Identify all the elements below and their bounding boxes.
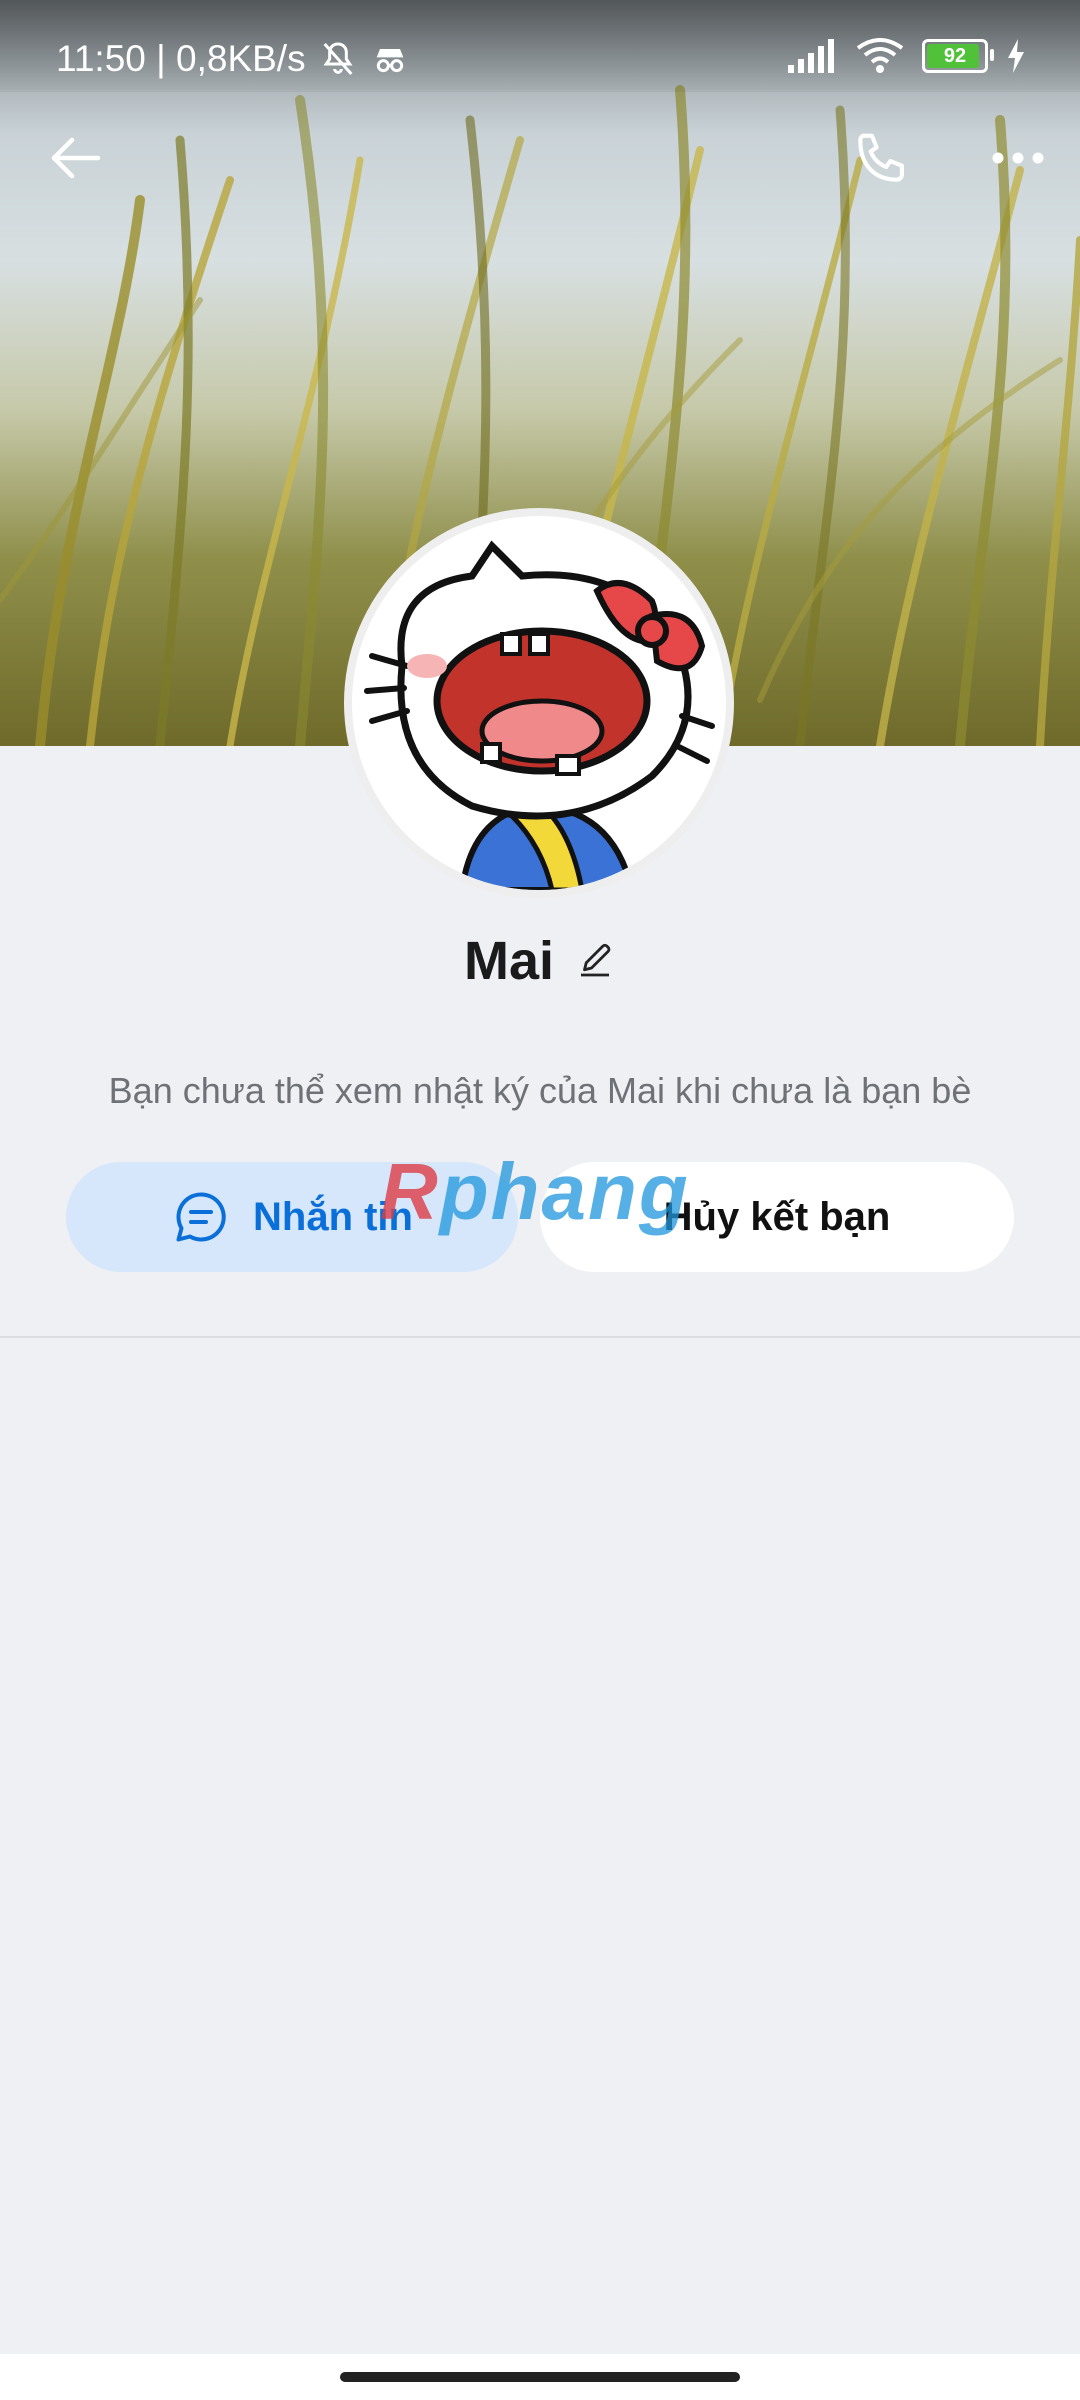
profile-name-row: Mai [0,930,1080,992]
pencil-icon[interactable] [574,940,616,982]
avatar-image [364,540,715,890]
watermark-part2: phang [439,1147,690,1236]
privacy-info-text: Bạn chưa thể xem nhật ký của Mai khi chư… [108,1070,972,1111]
watermark-part1: R [380,1147,440,1236]
chat-bubble-icon [176,1192,226,1242]
status-bar: 11:50 | 0,8KB/s 92 [0,0,1080,92]
incognito-icon [376,49,403,73]
status-time-speed: 11:50 | 0,8KB/s [56,38,306,79]
unfriend-button-label: Hủy kết bạn [663,1194,891,1239]
arrow-left-icon[interactable] [46,128,106,188]
home-indicator[interactable] [340,2372,740,2382]
signal-icon [788,39,834,73]
avatar[interactable] [352,516,726,890]
more-dots-icon[interactable] [988,128,1048,188]
phone-icon[interactable] [850,128,912,190]
muted-bell-icon [323,42,353,75]
status-right: 92 [788,38,1026,74]
status-left: 11:50 | 0,8KB/s [56,38,410,80]
watermark: Rphang [380,1146,690,1238]
section-divider [0,1336,1080,1338]
profile-name: Mai [463,931,555,991]
wifi-icon [856,38,904,73]
battery-icon: 92 [922,39,994,73]
battery-level: 92 [943,44,967,67]
charging-icon [1008,39,1024,73]
